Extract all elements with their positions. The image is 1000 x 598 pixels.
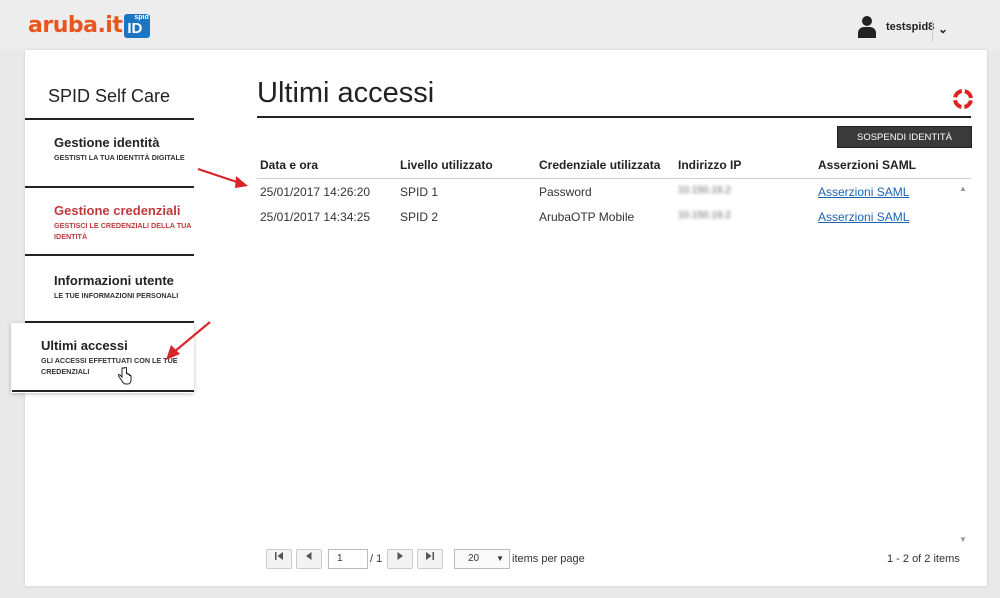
saml-assertions-link[interactable]: Asserzioni SAML	[818, 210, 909, 224]
last-page-button[interactable]	[417, 549, 443, 569]
annotation-arrow-icon	[197, 167, 248, 188]
page-number-input[interactable]: 1	[328, 549, 368, 569]
sidebar-item-informazioni-utente[interactable]: Informazioni utente Le tue informazioni …	[54, 273, 194, 301]
items-per-page-label: items per page	[512, 553, 585, 565]
cell-level: SPID 2	[400, 210, 439, 224]
sidebar-divider	[12, 390, 194, 392]
scroll-up-icon[interactable]: ▲	[959, 184, 967, 193]
sidebar-divider	[25, 254, 194, 256]
next-page-button[interactable]	[387, 549, 413, 569]
next-page-icon	[397, 552, 403, 560]
cell-credential: Password	[539, 185, 592, 199]
table-scrollbar[interactable]: ▲ ▼	[955, 180, 971, 546]
column-header-saml[interactable]: Asserzioni SAML	[818, 158, 916, 172]
column-header-level[interactable]: Livello utilizzato	[400, 158, 493, 172]
cell-ip: 10.150.19.2	[678, 210, 731, 221]
sidebar-item-label: Gestione credenziali	[54, 203, 181, 218]
top-bar: aruba.it spid ID testspid8 ⌄	[0, 0, 1000, 50]
sidebar-divider	[25, 186, 194, 188]
sidebar-item-desc: Gestisti la tua identità digitale	[54, 153, 185, 162]
aruba-spid-logo[interactable]: aruba.it spid ID	[28, 13, 151, 38]
items-count: 1 - 2 of 2 items	[887, 553, 960, 565]
sidebar-item-label: Gestione identità	[54, 135, 160, 150]
cell-saml: Asserzioni SAML	[818, 210, 909, 224]
page-size-select[interactable]: 20 ▼	[454, 549, 510, 569]
logo-text: aruba.it	[28, 13, 123, 38]
page-title: Ultimi accessi	[257, 77, 435, 109]
page-total: / 1	[370, 553, 383, 565]
last-page-icon	[426, 552, 434, 560]
saml-assertions-link[interactable]: Asserzioni SAML	[818, 185, 909, 199]
cell-level: SPID 1	[400, 185, 439, 199]
title-underline	[257, 116, 971, 118]
hand-cursor-icon	[117, 367, 132, 385]
cell-saml: Asserzioni SAML	[818, 185, 909, 199]
sidebar-item-desc: Le tue informazioni personali	[54, 291, 179, 300]
chevron-down-icon: ▼	[496, 554, 504, 563]
cell-ip: 10.150.19.2	[678, 185, 731, 196]
previous-page-icon	[306, 552, 312, 560]
spid-id-badge: spid ID	[124, 14, 151, 38]
annotation-arrow-icon	[166, 321, 211, 360]
first-page-icon	[275, 552, 283, 560]
cell-date: 25/01/2017 14:34:25	[260, 210, 371, 224]
user-icon	[858, 16, 876, 38]
user-menu-divider	[932, 20, 933, 42]
table-row: 25/01/2017 14:26:20 SPID 1 Password 10.1…	[257, 185, 957, 209]
table-row: 25/01/2017 14:34:25 SPID 2 ArubaOTP Mobi…	[257, 210, 957, 234]
column-header-date[interactable]: Data e ora	[260, 158, 318, 172]
badge-large-text: ID	[127, 20, 143, 37]
sidebar-item-desc: Gestisci le credenziali della tua identi…	[54, 221, 192, 241]
sidebar-item-label: Informazioni utente	[54, 273, 174, 288]
username: testspid8	[886, 21, 935, 33]
main-panel: SPID Self Care Gestione identità Gestist…	[11, 50, 987, 586]
column-header-ip[interactable]: Indirizzo IP	[678, 158, 741, 172]
column-header-credential[interactable]: Credenziale utilizzata	[539, 158, 660, 172]
cell-date: 25/01/2017 14:26:20	[260, 185, 371, 199]
scroll-down-icon[interactable]: ▼	[959, 535, 967, 544]
help-lifebuoy-icon[interactable]	[953, 89, 973, 109]
first-page-button[interactable]	[266, 549, 292, 569]
cell-credential: ArubaOTP Mobile	[539, 210, 635, 224]
chevron-down-icon[interactable]: ⌄	[938, 22, 948, 36]
page-size-value: 20	[468, 553, 480, 564]
suspend-identity-button[interactable]: Sospendi identità	[837, 126, 972, 148]
table-header: Data e ora Livello utilizzato Credenzial…	[257, 158, 971, 179]
previous-page-button[interactable]	[296, 549, 322, 569]
user-menu[interactable]: testspid8	[858, 16, 934, 38]
sidebar-title: SPID Self Care	[47, 86, 171, 106]
sidebar-divider	[25, 118, 194, 120]
sidebar-item-gestione-credenziali[interactable]: Gestione credenziali Gestisci le credenz…	[54, 203, 194, 242]
sidebar-item-gestione-identita[interactable]: Gestione identità Gestisti la tua identi…	[54, 135, 194, 163]
